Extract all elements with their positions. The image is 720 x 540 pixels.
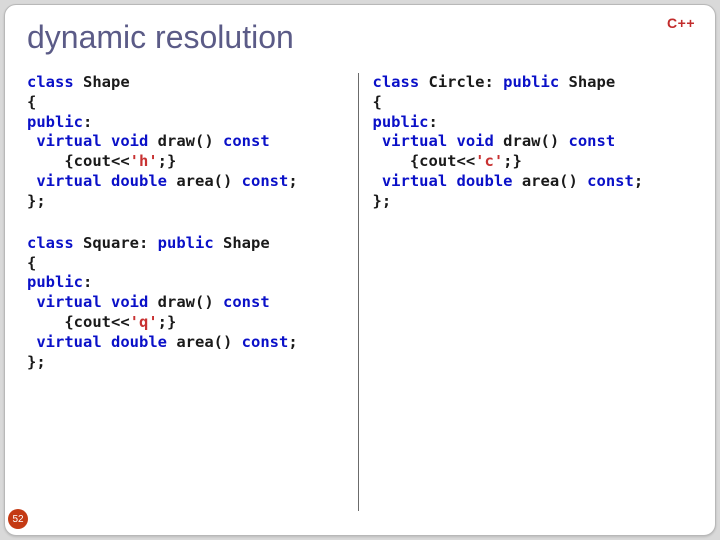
code-circle: class Circle: public Shape { public: vir…: [373, 73, 694, 212]
page-number: 52: [8, 509, 28, 529]
language-badge: C++: [667, 15, 695, 31]
slide: C++ dynamic resolution class Shape { pub…: [4, 4, 716, 536]
code-shape: class Shape { public: virtual void draw(…: [27, 73, 348, 212]
code-square: class Square: public Shape { public: vir…: [27, 234, 348, 373]
left-column: class Shape { public: virtual void draw(…: [27, 73, 359, 511]
slide-title: dynamic resolution: [27, 19, 693, 62]
code-columns: class Shape { public: virtual void draw(…: [27, 73, 693, 511]
right-column: class Circle: public Shape { public: vir…: [359, 73, 694, 511]
